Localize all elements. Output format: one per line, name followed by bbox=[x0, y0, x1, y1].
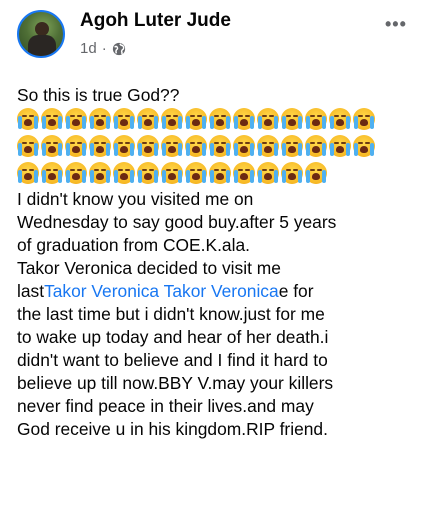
post-text-line: didn't want to believe and I find it har… bbox=[17, 350, 328, 370]
post-text-block: I didn't know you visited me on Wednesday… bbox=[17, 188, 422, 280]
meta-separator: · bbox=[101, 40, 107, 57]
loudly-crying-face-emoji bbox=[209, 108, 231, 130]
post-text-line: Takor Veronica decided to visit me bbox=[17, 258, 281, 278]
post-text-line: Wednesday to say good buy.after 5 years bbox=[17, 212, 337, 232]
loudly-crying-face-emoji bbox=[209, 162, 231, 184]
loudly-crying-face-emoji bbox=[137, 108, 159, 130]
mention-suffix: e for bbox=[278, 281, 314, 301]
emoji-row bbox=[17, 162, 422, 188]
loudly-crying-face-emoji bbox=[257, 135, 279, 157]
loudly-crying-face-emoji bbox=[137, 135, 159, 157]
loudly-crying-face-emoji bbox=[281, 108, 303, 130]
loudly-crying-face-emoji bbox=[17, 135, 39, 157]
emoji-row bbox=[17, 135, 422, 161]
globe-icon[interactable] bbox=[112, 42, 126, 56]
loudly-crying-face-emoji bbox=[41, 135, 63, 157]
loudly-crying-face-emoji bbox=[209, 135, 231, 157]
avatar-head bbox=[35, 22, 49, 36]
emoji-row bbox=[17, 108, 422, 134]
author-avatar[interactable] bbox=[17, 10, 65, 58]
mention-prefix: last bbox=[17, 281, 45, 301]
post-meta: 1d · bbox=[80, 40, 126, 57]
post-time[interactable]: 1d bbox=[80, 40, 97, 57]
loudly-crying-face-emoji bbox=[41, 108, 63, 130]
loudly-crying-face-emoji bbox=[233, 135, 255, 157]
loudly-crying-face-emoji bbox=[185, 162, 207, 184]
post-text-line: the last time but i didn't know.just for… bbox=[17, 304, 325, 324]
post-text-line: never find peace in their lives.and may bbox=[17, 396, 314, 416]
post-text-line: believe up till now.BBY V.may your kille… bbox=[17, 373, 334, 393]
loudly-crying-face-emoji bbox=[65, 108, 87, 130]
loudly-crying-face-emoji bbox=[89, 108, 111, 130]
loudly-crying-face-emoji bbox=[161, 108, 183, 130]
loudly-crying-face-emoji bbox=[113, 162, 135, 184]
loudly-crying-face-emoji bbox=[305, 162, 327, 184]
emoji-block bbox=[17, 108, 422, 188]
loudly-crying-face-emoji bbox=[137, 162, 159, 184]
mention-line: lastTakor Veronica Takor Veronicae for bbox=[17, 280, 422, 303]
post-header: Agoh Luter Jude 1d · ••• bbox=[0, 0, 429, 70]
post-text-line: God receive u in his kingdom.RIP friend. bbox=[17, 419, 328, 439]
more-options-icon[interactable]: ••• bbox=[385, 14, 407, 35]
loudly-crying-face-emoji bbox=[233, 162, 255, 184]
loudly-crying-face-emoji bbox=[329, 108, 351, 130]
loudly-crying-face-emoji bbox=[185, 135, 207, 157]
loudly-crying-face-emoji bbox=[89, 162, 111, 184]
post-text-line: to wake up today and hear of her death.i bbox=[17, 327, 329, 347]
loudly-crying-face-emoji bbox=[41, 162, 63, 184]
loudly-crying-face-emoji bbox=[257, 162, 279, 184]
loudly-crying-face-emoji bbox=[305, 135, 327, 157]
loudly-crying-face-emoji bbox=[65, 162, 87, 184]
loudly-crying-face-emoji bbox=[17, 162, 39, 184]
loudly-crying-face-emoji bbox=[65, 135, 87, 157]
post-text-line: of graduation from COE.K.ala. bbox=[17, 235, 250, 255]
loudly-crying-face-emoji bbox=[233, 108, 255, 130]
loudly-crying-face-emoji bbox=[353, 135, 375, 157]
loudly-crying-face-emoji bbox=[161, 135, 183, 157]
mention-link[interactable]: Takor Veronica bbox=[164, 281, 279, 301]
post-text-line: I didn't know you visited me on bbox=[17, 189, 254, 209]
loudly-crying-face-emoji bbox=[185, 108, 207, 130]
post-body: So this is true God?? I didn't know you … bbox=[17, 84, 422, 441]
loudly-crying-face-emoji bbox=[329, 135, 351, 157]
loudly-crying-face-emoji bbox=[257, 108, 279, 130]
mention-link[interactable]: Takor Veronica bbox=[44, 281, 159, 301]
post-text-line: So this is true God?? bbox=[17, 85, 180, 105]
loudly-crying-face-emoji bbox=[161, 162, 183, 184]
post-text-block: the last time but i didn't know.just for… bbox=[17, 303, 422, 441]
loudly-crying-face-emoji bbox=[305, 108, 327, 130]
loudly-crying-face-emoji bbox=[113, 135, 135, 157]
loudly-crying-face-emoji bbox=[89, 135, 111, 157]
loudly-crying-face-emoji bbox=[113, 108, 135, 130]
loudly-crying-face-emoji bbox=[353, 108, 375, 130]
loudly-crying-face-emoji bbox=[17, 108, 39, 130]
avatar-body bbox=[28, 35, 56, 56]
author-name[interactable]: Agoh Luter Jude bbox=[80, 10, 231, 32]
loudly-crying-face-emoji bbox=[281, 135, 303, 157]
loudly-crying-face-emoji bbox=[281, 162, 303, 184]
